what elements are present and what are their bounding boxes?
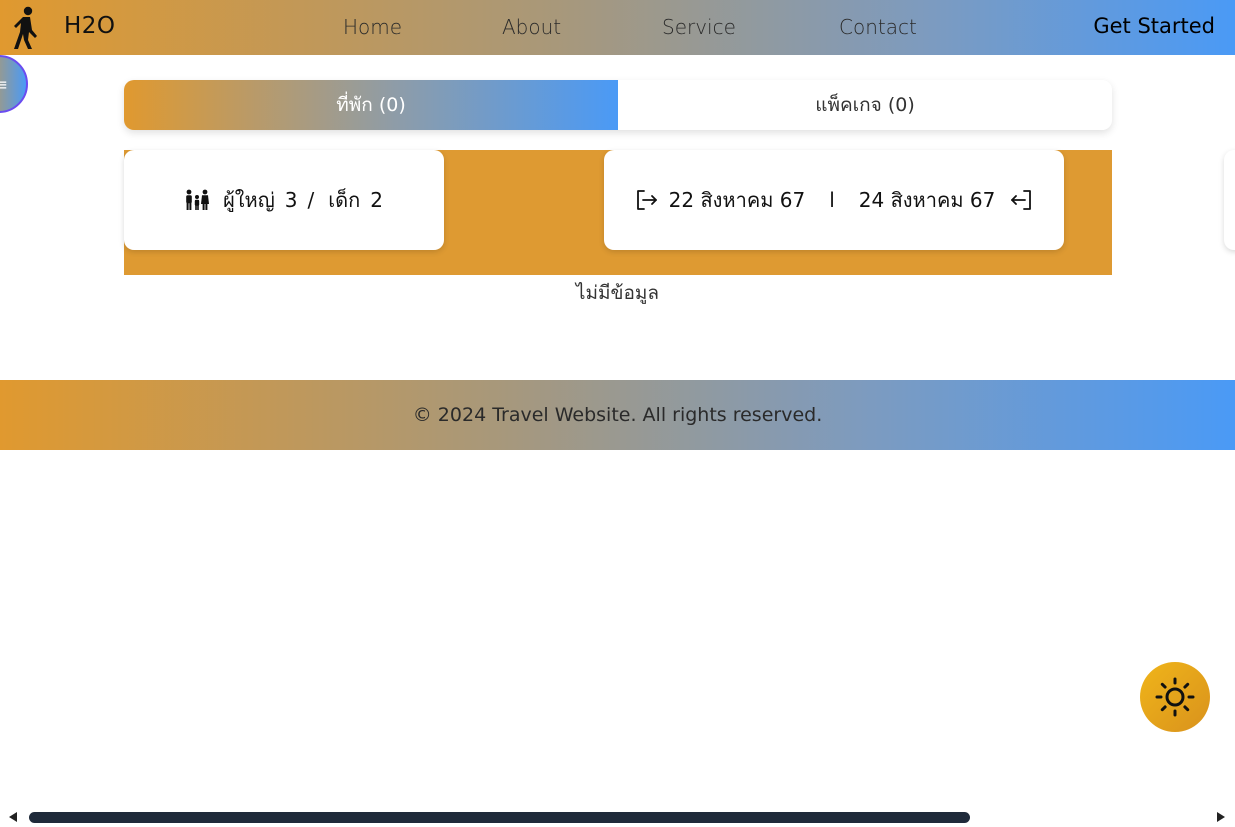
scrollbar-thumb[interactable] bbox=[29, 812, 970, 823]
footer: © 2024 Travel Website. All rights reserv… bbox=[0, 380, 1235, 450]
side-menu-toggle[interactable]: ≡ bbox=[0, 55, 28, 113]
checkin-icon bbox=[636, 190, 657, 210]
nav-link-service[interactable]: Service bbox=[662, 15, 736, 39]
walking-person-icon bbox=[14, 6, 37, 49]
checkout-icon bbox=[1011, 190, 1032, 210]
children-label: เด็ก bbox=[328, 188, 361, 212]
scroll-right-arrow-icon[interactable] bbox=[1217, 812, 1225, 822]
search-button-partial[interactable] bbox=[1224, 150, 1235, 250]
theme-toggle-button[interactable] bbox=[1140, 662, 1210, 732]
date-separator: l bbox=[829, 188, 835, 212]
navbar: H2O Home About Service Contact Get Start… bbox=[0, 0, 1235, 55]
horizontal-scrollbar[interactable] bbox=[0, 808, 1235, 827]
scroll-left-arrow-icon[interactable] bbox=[9, 812, 17, 822]
children-count: 2 bbox=[370, 188, 383, 212]
tab-packages[interactable]: แพ็คเกจ (0) bbox=[618, 80, 1112, 130]
checkin-date: 22 สิงหาคม 67 bbox=[668, 188, 806, 212]
empty-results-message: ไม่มีข้อมูล bbox=[575, 282, 660, 304]
guest-separator: / bbox=[307, 188, 315, 212]
menu-icon: ≡ bbox=[0, 75, 8, 94]
footer-copyright: © 2024 Travel Website. All rights reserv… bbox=[412, 404, 823, 426]
nav-link-contact[interactable]: Contact bbox=[839, 15, 917, 39]
checkout-date: 24 สิงหาคม 67 bbox=[858, 188, 996, 212]
sun-icon bbox=[1155, 677, 1195, 717]
date-range-selector[interactable]: 22 สิงหาคม 67 l 24 สิงหาคม 67 bbox=[604, 150, 1064, 250]
tab-accommodation[interactable]: ที่พัก (0) bbox=[124, 80, 618, 130]
nav-link-about[interactable]: About bbox=[502, 15, 561, 39]
adults-label: ผู้ใหญ่ bbox=[223, 188, 275, 212]
nav-link-home[interactable]: Home bbox=[343, 15, 402, 39]
guest-selector[interactable]: ผู้ใหญ่ 3 / เด็ก 2 bbox=[124, 150, 444, 250]
brand-name[interactable]: H2O bbox=[64, 13, 116, 39]
get-started-button[interactable]: Get Started bbox=[1093, 14, 1215, 38]
family-icon bbox=[186, 189, 210, 210]
adults-count: 3 bbox=[284, 188, 298, 212]
category-tabs: ที่พัก (0) แพ็คเกจ (0) bbox=[124, 80, 1112, 130]
